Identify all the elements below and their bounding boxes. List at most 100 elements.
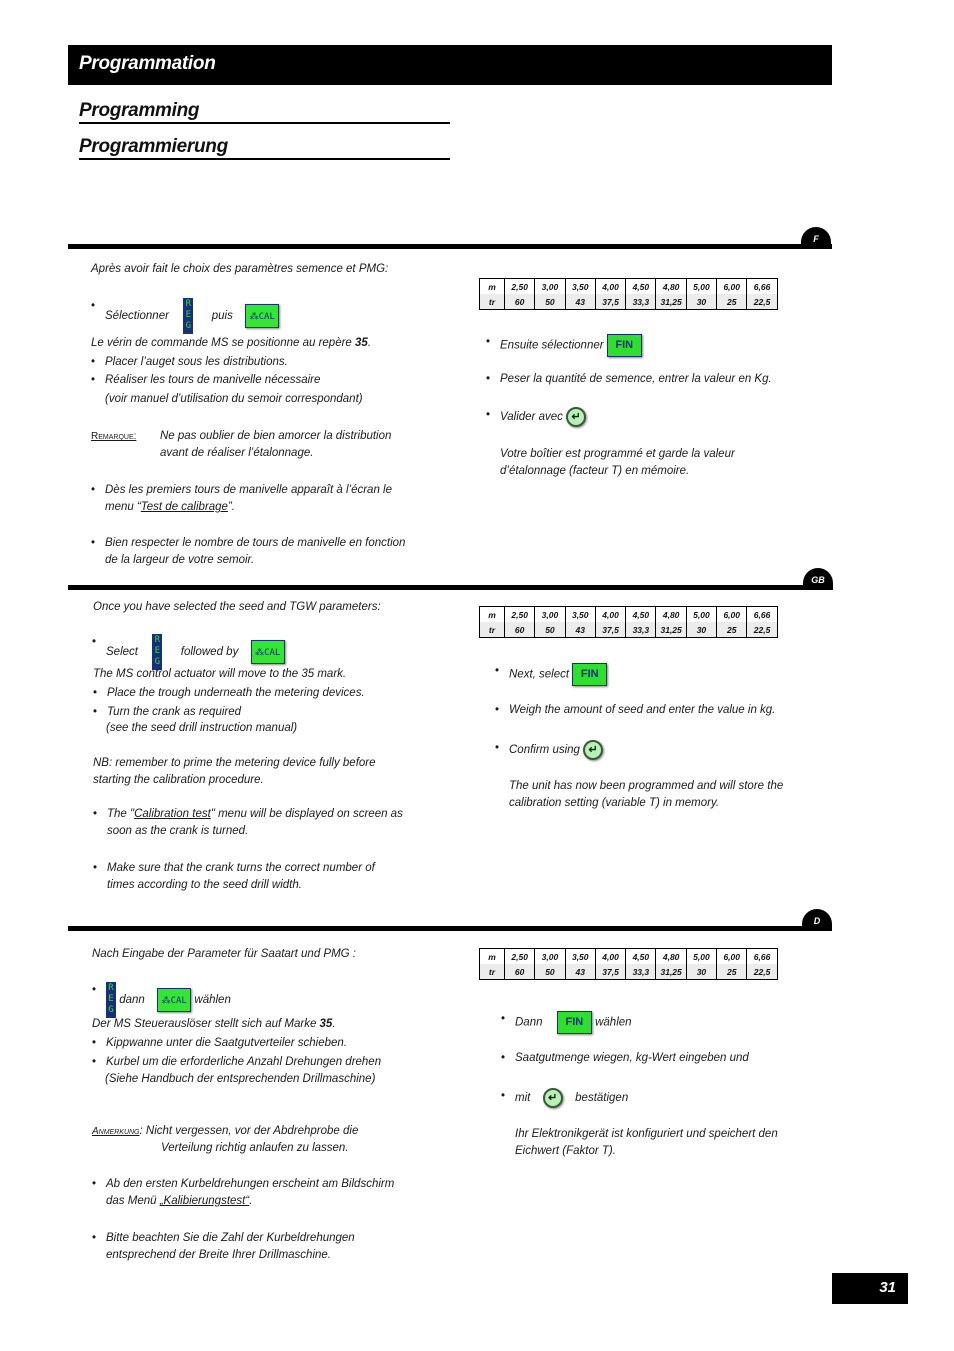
- fr-note-line-2: avant de réaliser l’étalonnage.: [160, 447, 314, 459]
- table-cell-m: 4,00: [594, 948, 627, 964]
- de-bullet-2-note: (Siehe Handbuch der entsprechenden Drill…: [105, 1073, 376, 1085]
- enter-button-icon: ↵: [566, 407, 587, 427]
- fr-note-label: Remarque:: [91, 431, 137, 442]
- table-cell-m: 4,00: [594, 278, 627, 294]
- calibration-table-gb: m 2,50 3,00 3,50 4,00 4,50 4,80 5,00 6,00 6,66 tr…: [479, 606, 778, 638]
- table-cell-tr: 60: [503, 964, 536, 980]
- fr-right-step-2: Peser la quantité de semence, entrer la …: [486, 371, 772, 388]
- de-note-label: Anmerkung: [92, 1126, 140, 1137]
- table-cell-tr: 22,5: [746, 294, 778, 310]
- de-bullet-2: Kurbel um die erforderliche Anzahl Drehu…: [92, 1054, 381, 1071]
- subtitle-english: Programming: [79, 100, 450, 124]
- gb-note: NB: remember to prime the metering devic…: [93, 757, 376, 786]
- table-cell-m: 4,80: [655, 278, 687, 294]
- page-title: Programmation: [79, 53, 216, 74]
- table-cell-tr: 31,25: [655, 964, 687, 980]
- language-tab-fr: F: [801, 227, 831, 249]
- fr-bullet-1: Placer l’auget sous les distributions.: [91, 354, 288, 371]
- table-cell-tr: 31,25: [655, 622, 687, 638]
- table-row: m 2,50 3,00 3,50 4,00 4,50 4,80 5,00 6,00 6,66: [479, 278, 778, 294]
- table-cell-m: 6,66: [746, 278, 778, 294]
- table-cell-m: 5,00: [685, 948, 718, 964]
- table-cell-m: 3,50: [564, 278, 596, 294]
- gb-bullet-2-note: (see the seed drill instruction manual): [106, 722, 298, 734]
- gb-bullet-2: Turn the crank as required: [93, 704, 241, 721]
- de-right-step-2: Saatgutmenge wiegen, kg-Wert eingeben un…: [501, 1050, 749, 1067]
- table-cell-m: 6,00: [716, 278, 748, 294]
- table-cell-tr: 33,3: [625, 622, 657, 638]
- fr-right-conclusion: Votre boîtier est programmé et garde la …: [500, 448, 735, 477]
- table-row: tr 60 50 43 37,5 33,3 31,25 30 25 22,5: [479, 622, 778, 638]
- table-cell-m: 4,50: [625, 278, 657, 294]
- table-cell-m: 6,66: [746, 948, 778, 964]
- fin-button-icon: FIN: [572, 663, 608, 686]
- de-bullet-4: Bitte beachten Sie die Zahl der Kurbeldr…: [92, 1230, 355, 1264]
- section-divider-fr: [68, 244, 832, 249]
- de-select-step: REG dann ⁂CAL wählen: [92, 982, 231, 1018]
- table-cell-tr: 37,5: [594, 622, 627, 638]
- fr-bullet-2-note: (voir manuel d’utilisation du semoir cor…: [105, 393, 363, 405]
- table-cell-m: 4,50: [625, 606, 657, 622]
- table-cell-tr: 60: [503, 622, 536, 638]
- table-cell-tr: 22,5: [746, 622, 778, 638]
- table-cell-tr: 37,5: [594, 294, 627, 310]
- fr-intro: Après avoir fait le choix des paramètres…: [91, 263, 389, 275]
- table-cell-m: 3,00: [534, 948, 566, 964]
- de-bullet-1: Kippwanne unter die Saatgutverteiler sch…: [92, 1035, 347, 1052]
- enter-button-icon: ↵: [583, 740, 604, 760]
- table-cell-tr: 30: [685, 964, 718, 980]
- table-cell-m: 3,00: [534, 278, 566, 294]
- gb-bullet-3: The "Calibration test" menu will be disp…: [93, 806, 403, 840]
- table-cell-m: 6,00: [716, 948, 748, 964]
- reg-button-icon: REG: [183, 298, 194, 334]
- fr-then-label: puis: [211, 310, 233, 323]
- cal-button-icon: ⁂CAL: [245, 304, 280, 328]
- menu-name-fr: Test de calibrage: [140, 501, 228, 513]
- fr-select-label: Sélectionner: [105, 310, 169, 323]
- de-intro: Nach Eingabe der Parameter für Saatart u…: [92, 948, 356, 960]
- de-right-conclusion: Ihr Elektronikgerät ist konfiguriert und…: [515, 1128, 778, 1157]
- table-cell-m: 2,50: [503, 278, 536, 294]
- gb-intro: Once you have selected the seed and TGW …: [93, 601, 381, 613]
- table-cell-m: 4,00: [594, 606, 627, 622]
- cal-button-icon: ⁂CAL: [157, 988, 192, 1012]
- table-cell-m: 5,00: [685, 606, 718, 622]
- de-right-step-3: mit ↵ bestätigen: [501, 1088, 628, 1108]
- table-row: m 2,50 3,00 3,50 4,00 4,50 4,80 5,00 6,00 6,66: [479, 948, 778, 964]
- fr-select-step: Sélectionner REG puis ⁂CAL: [91, 298, 280, 334]
- fr-right-step-3: Valider avec ↵: [486, 407, 587, 427]
- table-cell-tr: 43: [564, 964, 596, 980]
- menu-name-de: „Kalibierungstest“: [159, 1195, 250, 1207]
- gb-right-step-1: Next, select FIN: [495, 663, 608, 686]
- table-cell-tr: 43: [564, 622, 596, 638]
- fr-bullet-2: Réaliser les tours de manivelle nécessai…: [91, 372, 320, 389]
- table-cell-tr: 25: [716, 964, 748, 980]
- fr-actuator-text: Le vérin de commande MS se positionne au…: [91, 337, 372, 349]
- de-right-step-1: Dann FIN wählen: [501, 1011, 632, 1034]
- table-cell-tr: 30: [685, 294, 718, 310]
- gb-bullet-1: Place the trough underneath the metering…: [93, 685, 365, 702]
- reg-button-icon: REG: [106, 982, 116, 1018]
- enter-button-icon: ↵: [542, 1088, 563, 1108]
- fr-bullet-4: Bien respecter le nombre de tours de man…: [91, 535, 405, 569]
- table-cell-tr: 33,3: [625, 964, 657, 980]
- table-cell-m: 4,80: [655, 606, 687, 622]
- table-cell-tr: 50: [534, 294, 566, 310]
- language-tab-gb: GB: [803, 568, 833, 590]
- de-note: Anmerkung: Nicht vergessen, vor der Abdr…: [92, 1125, 359, 1137]
- table-cell-tr: 60: [503, 294, 536, 310]
- table-cell-tr: 37,5: [594, 964, 627, 980]
- calibration-table-fr: m 2,50 3,00 3,50 4,00 4,50 4,80 5,00 6,00 6,66 tr…: [479, 278, 778, 310]
- table-cell-tr: 50: [534, 964, 566, 980]
- de-note-line-2: Verteilung richtig anlaufen zu lassen.: [161, 1142, 349, 1154]
- table-cell-tr: 25: [716, 622, 748, 638]
- table-cell-m: 5,00: [685, 278, 718, 294]
- calibration-table-de: m 2,50 3,00 3,50 4,00 4,50 4,80 5,00 6,00 6,66 tr…: [479, 948, 778, 980]
- section-divider-de: [68, 926, 832, 931]
- page-number-box: 31: [832, 1273, 908, 1304]
- fr-right-step-1: Ensuite sélectionner FIN: [486, 334, 642, 357]
- subtitle-german: Programmierung: [79, 136, 450, 160]
- gb-actuator-text: The MS control actuator will move to the…: [93, 668, 347, 680]
- table-cell-m: 2,50: [503, 606, 536, 622]
- table-cell-m: 6,66: [746, 606, 778, 622]
